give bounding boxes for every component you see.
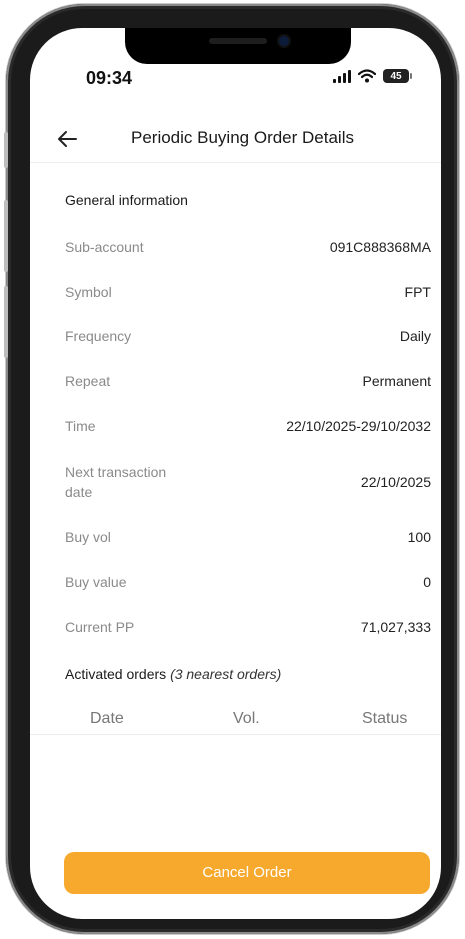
notch <box>125 28 351 64</box>
column-vol: Vol. <box>233 710 260 727</box>
page-title: Periodic Buying Order Details <box>131 128 354 147</box>
detail-value: 22/10/2025-29/10/2032 <box>286 418 431 434</box>
detail-label: Time <box>65 418 96 434</box>
speaker <box>209 38 267 44</box>
detail-value: 091C888368MA <box>329 239 431 255</box>
status-time: 09:34 <box>86 68 133 88</box>
activated-orders-subtitle: (3 nearest orders) <box>170 666 282 682</box>
detail-value: Permanent <box>362 373 431 389</box>
activated-orders-heading: Activated orders (3 nearest orders) <box>65 666 281 682</box>
status-icons: 45 <box>333 69 412 83</box>
detail-value: 71,027,333 <box>360 619 431 635</box>
column-date: Date <box>90 710 124 727</box>
detail-label: Current PP <box>65 619 135 635</box>
phone-side-button <box>4 200 8 272</box>
detail-value: Daily <box>399 328 431 344</box>
detail-value: 100 <box>407 529 431 545</box>
column-status: Status <box>362 710 408 727</box>
detail-label: Symbol <box>65 284 112 300</box>
wifi-icon <box>358 69 376 83</box>
cancel-order-button[interactable]: Cancel Order <box>64 852 430 894</box>
front-camera <box>279 36 289 46</box>
orders-table-header: Date Vol. Status <box>30 702 441 735</box>
detail-value: 0 <box>423 574 431 590</box>
detail-label: Next transaction date <box>65 464 167 500</box>
detail-label: Sub-account <box>65 239 144 255</box>
app-screen: 09:34 45 Periodic Buying Order Details G… <box>30 28 441 919</box>
signal-icon <box>333 69 351 83</box>
app-header: Periodic Buying Order Details <box>30 118 441 163</box>
phone-side-button <box>4 132 8 168</box>
detail-value: 22/10/2025 <box>360 474 431 490</box>
detail-label: Repeat <box>65 373 111 389</box>
battery-icon: 45 <box>383 69 412 83</box>
detail-value: FPT <box>404 284 431 300</box>
general-info-heading: General information <box>65 192 188 208</box>
activated-orders-title: Activated orders <box>65 666 167 682</box>
detail-label: Buy vol <box>65 529 111 545</box>
detail-label: Frequency <box>65 328 132 344</box>
detail-label: Buy value <box>65 574 127 590</box>
phone-side-button <box>4 286 8 358</box>
